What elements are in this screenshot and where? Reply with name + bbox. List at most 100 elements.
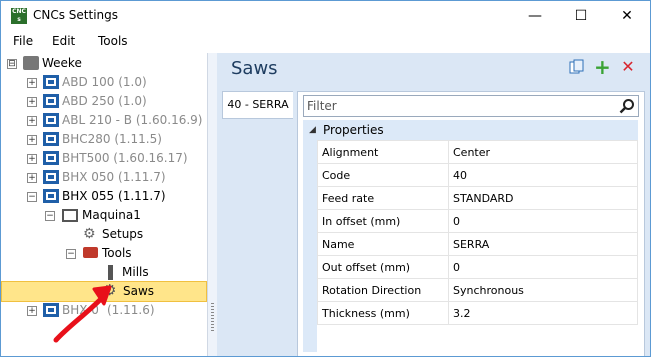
expand-icon[interactable]: + bbox=[27, 78, 37, 88]
cnc-machine-icon bbox=[43, 189, 59, 203]
window-title: CNCs Settings bbox=[33, 8, 119, 22]
expand-icon[interactable]: + bbox=[27, 116, 37, 126]
property-key: Thickness (mm) bbox=[317, 301, 449, 325]
tree-item-label: Weeke bbox=[42, 56, 82, 70]
app-icon: CNC s bbox=[11, 8, 27, 24]
collapse-triangle-icon[interactable]: ◢ bbox=[309, 120, 316, 140]
search-icon[interactable] bbox=[619, 98, 635, 114]
property-value[interactable]: SERRA bbox=[448, 232, 638, 256]
copy-icon[interactable] bbox=[569, 59, 585, 75]
cnc-machine-icon bbox=[43, 170, 59, 184]
tab-saw-40[interactable]: 40 - SERRA bbox=[222, 91, 293, 119]
property-row[interactable]: Thickness (mm) 3.2 bbox=[317, 301, 638, 325]
expand-icon[interactable]: + bbox=[27, 173, 37, 183]
property-value[interactable]: 40 bbox=[448, 163, 638, 187]
properties-category[interactable]: ◢ Properties bbox=[303, 120, 638, 140]
property-row[interactable]: Out offset (mm) 0 bbox=[317, 255, 638, 279]
property-row[interactable]: Code 40 bbox=[317, 163, 638, 187]
tree-item-label: BHX 050 (1.11.7) bbox=[62, 170, 166, 184]
property-key: Out offset (mm) bbox=[317, 255, 449, 279]
factory-icon bbox=[23, 56, 39, 70]
collapse-icon[interactable]: − bbox=[66, 249, 76, 259]
app-window: CNC s CNCs Settings — ☐ ✕ File Edit Tool… bbox=[0, 0, 651, 357]
property-row[interactable]: In offset (mm) 0 bbox=[317, 209, 638, 233]
property-value[interactable]: Center bbox=[448, 140, 638, 164]
property-value[interactable]: 3.2 bbox=[448, 301, 638, 325]
tree-item-mills[interactable]: Mills bbox=[1, 263, 201, 282]
property-value[interactable]: 0 bbox=[448, 209, 638, 233]
tree-item-label: Saws bbox=[123, 284, 155, 298]
property-row[interactable]: Rotation Direction Synchronous bbox=[317, 278, 638, 302]
property-gutter bbox=[303, 140, 317, 352]
tree-item-tools[interactable]: − Tools bbox=[1, 244, 201, 263]
filter-input[interactable] bbox=[307, 98, 607, 114]
expand-icon[interactable]: + bbox=[27, 306, 37, 316]
tree-item-maquina[interactable]: − Maquina1 bbox=[1, 206, 201, 225]
tree-item-label: ABD 250 (1.0) bbox=[62, 94, 147, 108]
close-button[interactable]: ✕ bbox=[604, 1, 650, 31]
menu-edit[interactable]: Edit bbox=[52, 34, 75, 48]
cnc-machine-icon bbox=[43, 75, 59, 89]
app-icon-text-bottom: s bbox=[17, 16, 21, 23]
cnc-machine-icon bbox=[43, 113, 59, 127]
maximize-button[interactable]: ☐ bbox=[558, 1, 604, 31]
tree-item-machine[interactable]: + ABD 250 (1.0) bbox=[1, 92, 201, 111]
tree-item-machine-active[interactable]: − BHX 055 (1.11.7) bbox=[1, 187, 201, 206]
property-value[interactable]: Synchronous bbox=[448, 278, 638, 302]
mill-bit-icon bbox=[108, 265, 113, 280]
tree-item-label: ABL 210 - B (1.60.16.9) bbox=[62, 113, 203, 127]
expand-icon[interactable]: + bbox=[27, 97, 37, 107]
saw-blade-icon: ⚙ bbox=[103, 281, 117, 299]
collapse-icon[interactable]: − bbox=[45, 211, 55, 221]
collapse-icon[interactable]: ⊟ bbox=[7, 59, 17, 69]
tab-content: ◢ Properties AlignmentCenter Code40 Feed… bbox=[297, 91, 645, 356]
tree-item-label: Mills bbox=[122, 265, 149, 279]
cnc-machine-icon bbox=[43, 132, 59, 146]
tree-item-machine[interactable]: + BHX 0 (1.11.6) bbox=[1, 301, 201, 320]
panel-title: Saws bbox=[231, 58, 278, 79]
property-key: Rotation Direction bbox=[317, 278, 449, 302]
filter-box[interactable] bbox=[303, 95, 639, 117]
tree-item-label: ABD 100 (1.0) bbox=[62, 75, 147, 89]
tree-item-machine[interactable]: + BHT500 (1.60.16.17) bbox=[1, 149, 201, 168]
property-row[interactable]: Name SERRA bbox=[317, 232, 638, 256]
property-value[interactable]: STANDARD bbox=[448, 186, 638, 210]
tree-item-saws[interactable]: ⚙ Saws bbox=[1, 281, 207, 302]
property-key: Feed rate bbox=[317, 186, 449, 210]
property-key: Name bbox=[317, 232, 449, 256]
toolbox-icon bbox=[83, 247, 98, 258]
gear-icon: ⚙ bbox=[83, 226, 96, 242]
menu-bar: File Edit Tools bbox=[1, 31, 650, 53]
delete-icon[interactable]: ✕ bbox=[620, 59, 636, 75]
minimize-button[interactable]: — bbox=[512, 1, 558, 31]
tree-item-label: Maquina1 bbox=[82, 208, 141, 222]
tree-item-label-tail: (1.11.6) bbox=[107, 303, 155, 317]
expand-icon[interactable]: + bbox=[27, 154, 37, 164]
tree-item-machine[interactable]: + ABL 210 - B (1.60.16.9) bbox=[1, 111, 203, 130]
cnc-machine-icon bbox=[43, 151, 59, 165]
properties-category-label: Properties bbox=[323, 123, 384, 137]
tree-item-machine[interactable]: + BHX 050 (1.11.7) bbox=[1, 168, 201, 187]
menu-file[interactable]: File bbox=[13, 34, 33, 48]
property-key: Code bbox=[317, 163, 449, 187]
collapse-icon[interactable]: − bbox=[27, 192, 37, 202]
tree-item-label: Tools bbox=[102, 246, 132, 260]
tree-item-setups[interactable]: ⚙ Setups bbox=[1, 225, 201, 244]
add-icon[interactable]: + bbox=[594, 57, 611, 77]
property-key: Alignment bbox=[317, 140, 449, 164]
machine-tree: ⊟ Weeke + ABD 100 (1.0) + ABD 250 (1.0) … bbox=[1, 53, 207, 356]
tree-item-machine[interactable]: + BHC280 (1.11.5) bbox=[1, 130, 201, 149]
saws-panel: Saws + ✕ 40 - SERRA ◢ Properties bbox=[217, 53, 650, 356]
menu-tools[interactable]: Tools bbox=[98, 34, 128, 48]
expand-icon[interactable]: + bbox=[27, 135, 37, 145]
tree-item-weeke[interactable]: ⊟ Weeke bbox=[1, 54, 201, 73]
property-grid: Alignment Center Code 40 Feed rate STANDARD… bbox=[317, 140, 638, 325]
app-icon-text: CNC bbox=[12, 8, 26, 15]
property-value[interactable]: 0 bbox=[448, 255, 638, 279]
splitter-grip[interactable] bbox=[211, 303, 214, 333]
cnc-machine-icon bbox=[43, 94, 59, 108]
property-row[interactable]: Alignment Center bbox=[317, 140, 638, 164]
title-bar[interactable]: CNC s CNCs Settings — ☐ ✕ bbox=[1, 1, 650, 31]
property-row[interactable]: Feed rate STANDARD bbox=[317, 186, 638, 210]
tree-item-machine[interactable]: + ABD 100 (1.0) bbox=[1, 73, 201, 92]
